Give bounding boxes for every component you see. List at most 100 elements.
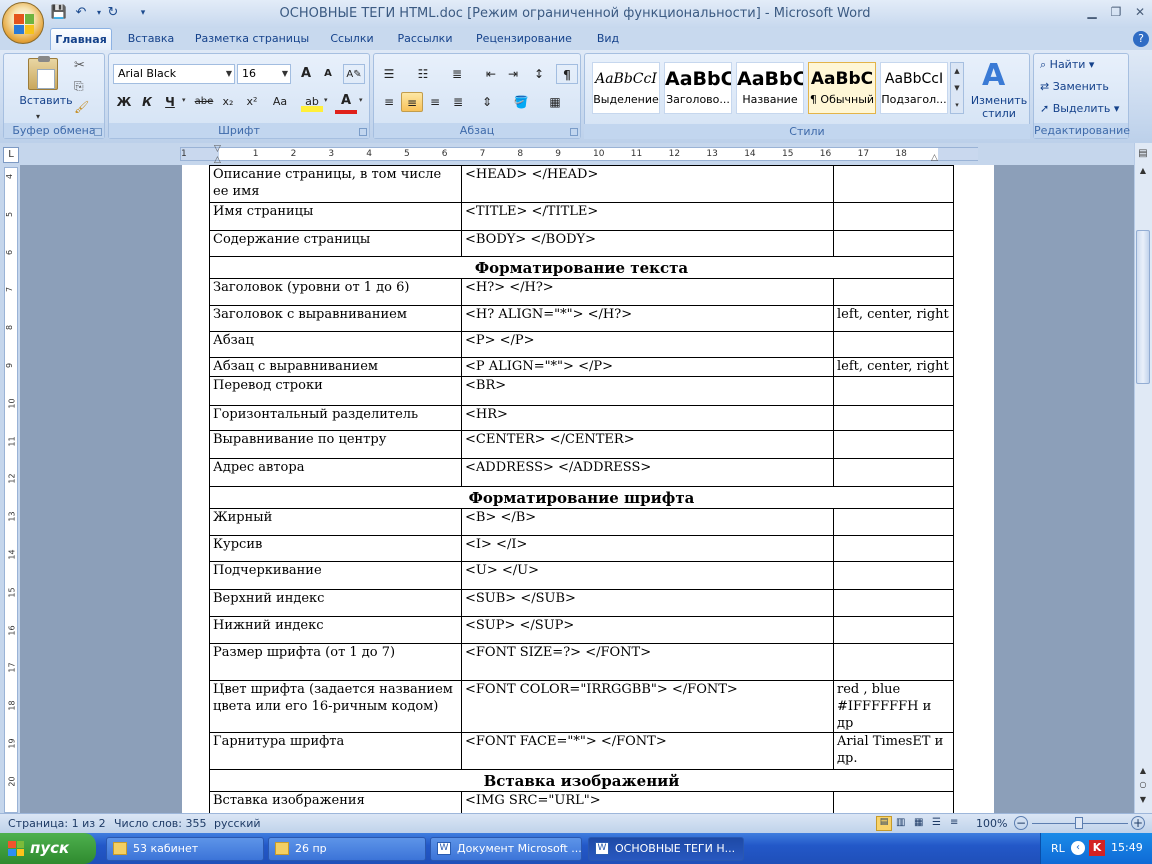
undo-icon[interactable]: ↶ [72, 5, 90, 21]
description-cell[interactable]: Содержание страницы [209, 230, 462, 257]
tag-cell[interactable]: <I> </I> [461, 535, 834, 562]
change-case-button[interactable]: Aa [267, 92, 293, 112]
taskbar-item[interactable]: 26 пр [268, 837, 426, 861]
description-cell[interactable]: Выравнивание по центру [209, 430, 462, 459]
values-cell[interactable]: Arial TimesET и др. [833, 732, 954, 770]
change-styles-button[interactable]: Изменить стили [968, 94, 1030, 120]
values-cell[interactable]: left, center, right [833, 357, 954, 377]
antivirus-icon[interactable]: K [1089, 840, 1105, 856]
taskbar-item-active[interactable]: W ОСНОВНЫЕ ТЕГИ Н... [588, 837, 744, 861]
description-cell[interactable]: Подчеркивание [209, 561, 462, 590]
increase-indent-icon[interactable]: ⇥ [502, 64, 524, 84]
tray-arrow-icon[interactable]: ‹ [1071, 841, 1085, 855]
redo-icon[interactable]: ↻ [104, 5, 122, 21]
tag-cell[interactable]: <TITLE> </TITLE> [461, 202, 834, 231]
help-icon[interactable]: ? [1133, 31, 1149, 47]
customize-qat-icon[interactable]: ▾ [134, 5, 152, 21]
description-cell[interactable]: Нижний индекс [209, 616, 462, 644]
tag-cell[interactable]: <FONT FACE="*"> </FONT> [461, 732, 834, 770]
zoom-slider-thumb[interactable] [1075, 817, 1083, 829]
hanging-indent-icon[interactable]: △ [214, 155, 221, 165]
tag-cell[interactable]: <ADDRESS> </ADDRESS> [461, 458, 834, 487]
description-cell[interactable]: Вставка изображения [209, 791, 462, 813]
tab-home[interactable]: Главная [50, 28, 112, 50]
borders-icon[interactable]: ▦ [544, 92, 566, 112]
zoom-level[interactable]: 100% [976, 817, 1007, 830]
numbering-icon[interactable]: ☷ [412, 64, 434, 84]
values-cell[interactable] [833, 458, 954, 487]
styles-gallery-scroll[interactable]: ▲ ▼ ▾ [950, 62, 964, 114]
tag-cell[interactable]: <HR> [461, 405, 834, 431]
description-cell[interactable]: Описание страницы, в том числе ее имя [209, 165, 462, 203]
values-cell[interactable] [833, 202, 954, 231]
find-button[interactable]: ⌕ Найти ▾ [1040, 58, 1094, 72]
clipboard-launcher-icon[interactable] [94, 128, 102, 136]
style-emphasis[interactable]: AaBbCcI Выделение [592, 62, 660, 114]
outline-icon[interactable]: ☰ [932, 817, 941, 828]
office-button[interactable] [2, 2, 44, 44]
description-cell[interactable]: Абзац с выравниванием [209, 357, 462, 377]
chevron-down-icon[interactable]: ▼ [226, 65, 232, 83]
description-cell[interactable]: Заголовок (уровни от 1 до 6) [209, 278, 462, 306]
tab-page-layout[interactable]: Разметка страницы [190, 28, 314, 50]
font-launcher-icon[interactable] [359, 128, 367, 136]
underline-dropdown-icon[interactable]: ▾ [182, 96, 186, 104]
language-status[interactable]: русский [214, 817, 261, 830]
tab-mailings[interactable]: Рассылки [390, 28, 460, 50]
font-color-dropdown-icon[interactable]: ▾ [359, 96, 363, 104]
style-normal[interactable]: AaBbC ¶ Обычный [808, 62, 876, 114]
copy-icon[interactable]: ⎘ [74, 79, 84, 94]
full-screen-reading-icon[interactable]: ▥ [896, 817, 905, 828]
superscript-button[interactable]: x² [241, 92, 263, 112]
bold-button[interactable]: Ж [113, 92, 135, 112]
clear-formatting-icon[interactable]: A✎ [343, 64, 365, 84]
tag-cell[interactable]: <HEAD> </HEAD> [461, 165, 834, 203]
description-cell[interactable]: Гарнитура шрифта [209, 732, 462, 770]
style-subtitle[interactable]: AaBbCcI Подзагол... [880, 62, 948, 114]
web-layout-icon[interactable]: ▦ [914, 817, 923, 828]
highlight-icon[interactable]: ab [301, 92, 323, 112]
highlight-dropdown-icon[interactable]: ▾ [324, 96, 328, 104]
replace-button[interactable]: ⇄ Заменить [1040, 80, 1109, 93]
language-indicator[interactable]: RL [1051, 842, 1065, 855]
font-name-combo[interactable]: Arial Black ▼ [113, 64, 235, 84]
align-left-icon[interactable]: ≡ [378, 92, 400, 112]
subscript-button[interactable]: x₂ [217, 92, 239, 112]
tag-cell[interactable]: <B> </B> [461, 508, 834, 536]
line-spacing-icon[interactable]: ⇕ [476, 92, 498, 112]
bullets-icon[interactable]: ☰ [378, 64, 400, 84]
description-cell[interactable]: Размер шрифта (от 1 до 7) [209, 643, 462, 681]
values-cell[interactable] [833, 643, 954, 681]
tab-selector-icon[interactable]: L [3, 147, 19, 163]
paste-dropdown-icon[interactable]: ▾ [36, 112, 40, 121]
style-title[interactable]: AaBbC Название [736, 62, 804, 114]
justify-icon[interactable]: ≣ [447, 92, 469, 112]
tag-cell[interactable]: <SUB> </SUB> [461, 589, 834, 617]
tab-view[interactable]: Вид [588, 28, 628, 50]
align-right-icon[interactable]: ≡ [424, 92, 446, 112]
underline-button[interactable]: Ч [159, 92, 181, 112]
word-count[interactable]: Число слов: 355 [114, 817, 207, 830]
tab-references[interactable]: Ссылки [322, 28, 382, 50]
save-icon[interactable]: 💾 [50, 5, 68, 21]
chevron-down-icon[interactable]: ▼ [282, 65, 288, 83]
start-button[interactable]: пуск [0, 833, 96, 864]
tab-insert[interactable]: Вставка [120, 28, 182, 50]
select-browse-object-icon[interactable]: ○ [1136, 780, 1150, 792]
restore-icon[interactable]: ❐ [1104, 3, 1128, 21]
tab-review[interactable]: Рецензирование [468, 28, 580, 50]
description-cell[interactable]: Жирный [209, 508, 462, 536]
tag-cell[interactable]: <BR> [461, 376, 834, 406]
tag-cell[interactable]: <H? ALIGN="*"> </H?> [461, 305, 834, 332]
right-indent-icon[interactable]: △ [931, 153, 938, 163]
shading-icon[interactable]: 🪣 [510, 92, 532, 112]
prev-page-icon[interactable]: ▲ [1136, 766, 1150, 778]
italic-button[interactable]: К [136, 92, 158, 112]
values-cell[interactable]: red , blue #IFFFFFFH и др [833, 680, 954, 733]
select-button[interactable]: ➚ Выделить ▾ [1040, 102, 1119, 115]
values-cell[interactable] [833, 278, 954, 306]
values-cell[interactable] [833, 165, 954, 203]
values-cell[interactable] [833, 376, 954, 406]
zoom-out-icon[interactable]: − [1014, 816, 1028, 830]
show-marks-icon[interactable]: ¶ [556, 64, 578, 84]
